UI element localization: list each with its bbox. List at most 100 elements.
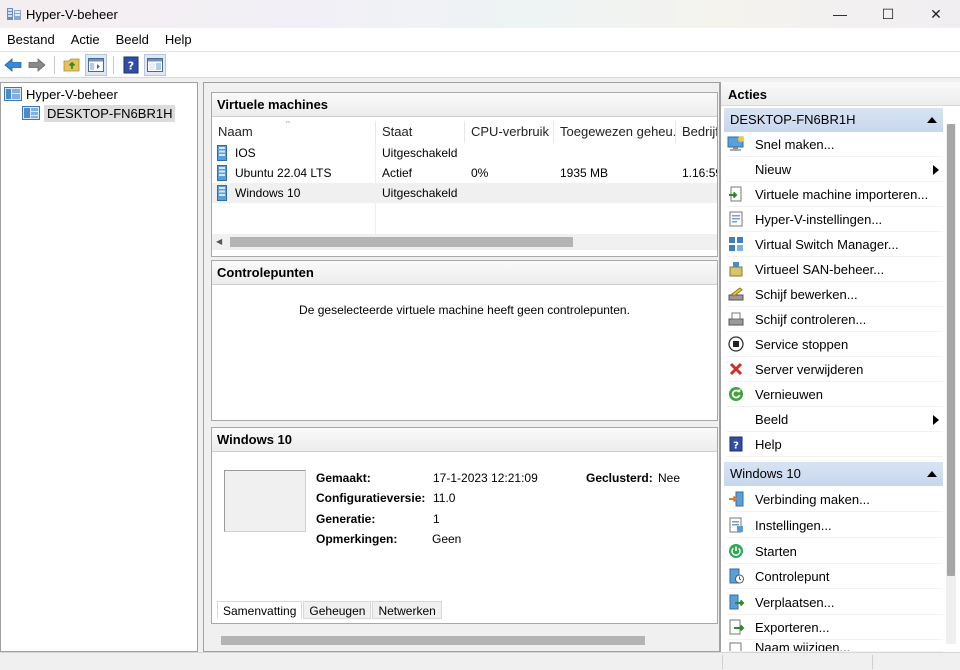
- action-checkpoint[interactable]: Controlepunt: [727, 564, 943, 589]
- action-label: Naam wijzigen...: [755, 640, 851, 652]
- edit-disk-icon: [727, 285, 745, 303]
- help-button[interactable]: ?: [120, 54, 142, 76]
- maximize-button[interactable]: ☐: [864, 0, 912, 28]
- vm-state: Uitgeschakeld: [382, 186, 458, 200]
- close-button[interactable]: ✕: [912, 0, 960, 28]
- minimize-button[interactable]: —: [816, 0, 864, 28]
- action-label: Schijf controleren...: [755, 311, 867, 327]
- action-export[interactable]: Exporteren...: [727, 615, 943, 640]
- up-folder-button[interactable]: [61, 54, 83, 76]
- back-arrow-icon: [4, 57, 22, 72]
- action-label: Controlepunt: [755, 568, 830, 584]
- actions-group-server[interactable]: DESKTOP-FN6BR1H: [724, 108, 943, 132]
- action-start[interactable]: Starten: [727, 539, 943, 564]
- column-label: Staat: [382, 124, 413, 139]
- action-quick-create[interactable]: Snel maken...: [727, 132, 943, 157]
- column-header-uptime[interactable]: Bedrijf: [676, 121, 717, 143]
- scroll-left-icon[interactable]: ◀: [216, 237, 222, 246]
- checkpoint-icon: [727, 567, 745, 585]
- column-header-naam[interactable]: Naam ^: [212, 121, 376, 143]
- scrollbar-thumb[interactable]: [947, 124, 955, 576]
- action-connect[interactable]: Verbinding maken...: [727, 487, 943, 512]
- action-new[interactable]: Nieuw: [727, 157, 943, 182]
- forward-button[interactable]: [26, 54, 48, 76]
- vm-row[interactable]: Ubuntu 22.04 LTS Actief 0% 1935 MB 1.16:…: [212, 163, 717, 183]
- import-vm-icon: [727, 185, 745, 203]
- vm-icon: [217, 145, 227, 161]
- tree-node-label: Hyper-V-beheer: [26, 86, 118, 102]
- action-help[interactable]: ? Help: [727, 432, 943, 457]
- menu-help[interactable]: Help: [157, 28, 200, 52]
- action-view[interactable]: Beeld: [727, 407, 943, 432]
- scrollbar-thumb[interactable]: [221, 636, 645, 645]
- network-switch-icon: [727, 235, 745, 253]
- menu-beeld[interactable]: Beeld: [108, 28, 157, 52]
- column-header-cpu[interactable]: CPU-verbruik: [465, 121, 554, 143]
- settings-page-icon: [727, 516, 745, 534]
- stop-icon: [727, 335, 745, 353]
- show-hide-console-tree-button[interactable]: [85, 53, 107, 76]
- svg-text:?: ?: [128, 59, 134, 72]
- console-tree-icon: [88, 57, 104, 72]
- vm-name: IOS: [235, 146, 256, 160]
- vm-name: Ubuntu 22.04 LTS: [235, 166, 332, 180]
- vm-cpu: 0%: [471, 166, 489, 180]
- action-remove-server[interactable]: Server verwijderen: [727, 357, 943, 382]
- action-refresh[interactable]: Vernieuwen: [727, 382, 943, 407]
- vm-name-cell: Windows 10: [212, 185, 376, 201]
- action-label: Nieuw: [755, 161, 792, 177]
- detail-notes-value: Geen: [432, 532, 462, 546]
- action-label: Help: [755, 436, 782, 452]
- detail-label: Geclusterd:: [586, 471, 653, 485]
- tree-node-hyperv-manager[interactable]: Hyper-V-beheer: [4, 85, 118, 103]
- column-header-memory[interactable]: Toegewezen geheu...: [554, 121, 676, 143]
- group-label: DESKTOP-FN6BR1H: [730, 112, 856, 127]
- action-rename[interactable]: Naam wijzigen...: [727, 640, 943, 652]
- action-virtual-switch-manager[interactable]: Virtual Switch Manager...: [727, 232, 943, 257]
- action-import-vm[interactable]: Virtuele machine importeren...: [727, 182, 943, 207]
- center-horizontal-scrollbar[interactable]: [211, 633, 718, 647]
- action-label: Verbinding maken...: [755, 491, 870, 507]
- menu-bestand[interactable]: Bestand: [0, 28, 63, 52]
- action-settings[interactable]: Instellingen...: [727, 513, 943, 538]
- tab-geheugen[interactable]: Geheugen: [303, 601, 372, 619]
- vm-row[interactable]: IOS Uitgeschakeld: [212, 143, 717, 163]
- hyperv-app-icon: [7, 8, 21, 20]
- actions-title: Acties: [721, 82, 960, 106]
- scrollbar-thumb[interactable]: [230, 237, 573, 247]
- detail-created: Gemaakt:: [316, 471, 371, 485]
- tree-node-server[interactable]: DESKTOP-FN6BR1H: [22, 104, 176, 122]
- action-label: Virtuele machine importeren...: [755, 186, 929, 202]
- rename-icon: [727, 640, 745, 651]
- action-edit-disk[interactable]: Schijf bewerken...: [727, 282, 943, 307]
- column-header-staat[interactable]: Staat: [376, 121, 465, 143]
- action-inspect-disk[interactable]: Schijf controleren...: [727, 307, 943, 332]
- console-tree: Hyper-V-beheer DESKTOP-FN6BR1H: [0, 82, 198, 652]
- action-label: Virtueel SAN-beheer...: [755, 261, 885, 277]
- detail-label: Opmerkingen:: [316, 532, 398, 546]
- vm-row-selected[interactable]: Windows 10 Uitgeschakeld: [212, 183, 717, 203]
- vm-state: Actief: [382, 166, 413, 180]
- hyperv-manager-icon: [4, 87, 22, 101]
- action-move[interactable]: Verplaatsen...: [727, 590, 943, 615]
- action-virtual-san-manager[interactable]: Virtueel SAN-beheer...: [727, 257, 943, 282]
- collapse-icon[interactable]: [927, 471, 937, 477]
- action-stop-service[interactable]: Service stoppen: [727, 332, 943, 357]
- action-label: Hyper-V-instellingen...: [755, 211, 883, 227]
- help-book-icon: ?: [727, 435, 745, 453]
- menu-actie[interactable]: Actie: [63, 28, 108, 52]
- tab-netwerken[interactable]: Netwerken: [372, 601, 442, 619]
- action-hyperv-settings[interactable]: Hyper-V-instellingen...: [727, 207, 943, 232]
- collapse-icon[interactable]: [927, 117, 937, 123]
- detail-clustered: Geclusterd:: [586, 471, 653, 485]
- action-label: Service stoppen: [755, 336, 849, 352]
- submenu-arrow-icon: [933, 165, 939, 175]
- tab-samenvatting[interactable]: Samenvatting: [217, 601, 303, 619]
- actions-group-vm[interactable]: Windows 10: [724, 462, 943, 486]
- vm-list-horizontal-scrollbar[interactable]: ◀: [212, 234, 717, 250]
- show-hide-action-pane-button[interactable]: [144, 53, 166, 76]
- server-icon: [22, 106, 40, 120]
- actions-vertical-scrollbar[interactable]: [946, 124, 956, 644]
- back-button[interactable]: [2, 54, 24, 76]
- power-start-icon: [727, 542, 745, 560]
